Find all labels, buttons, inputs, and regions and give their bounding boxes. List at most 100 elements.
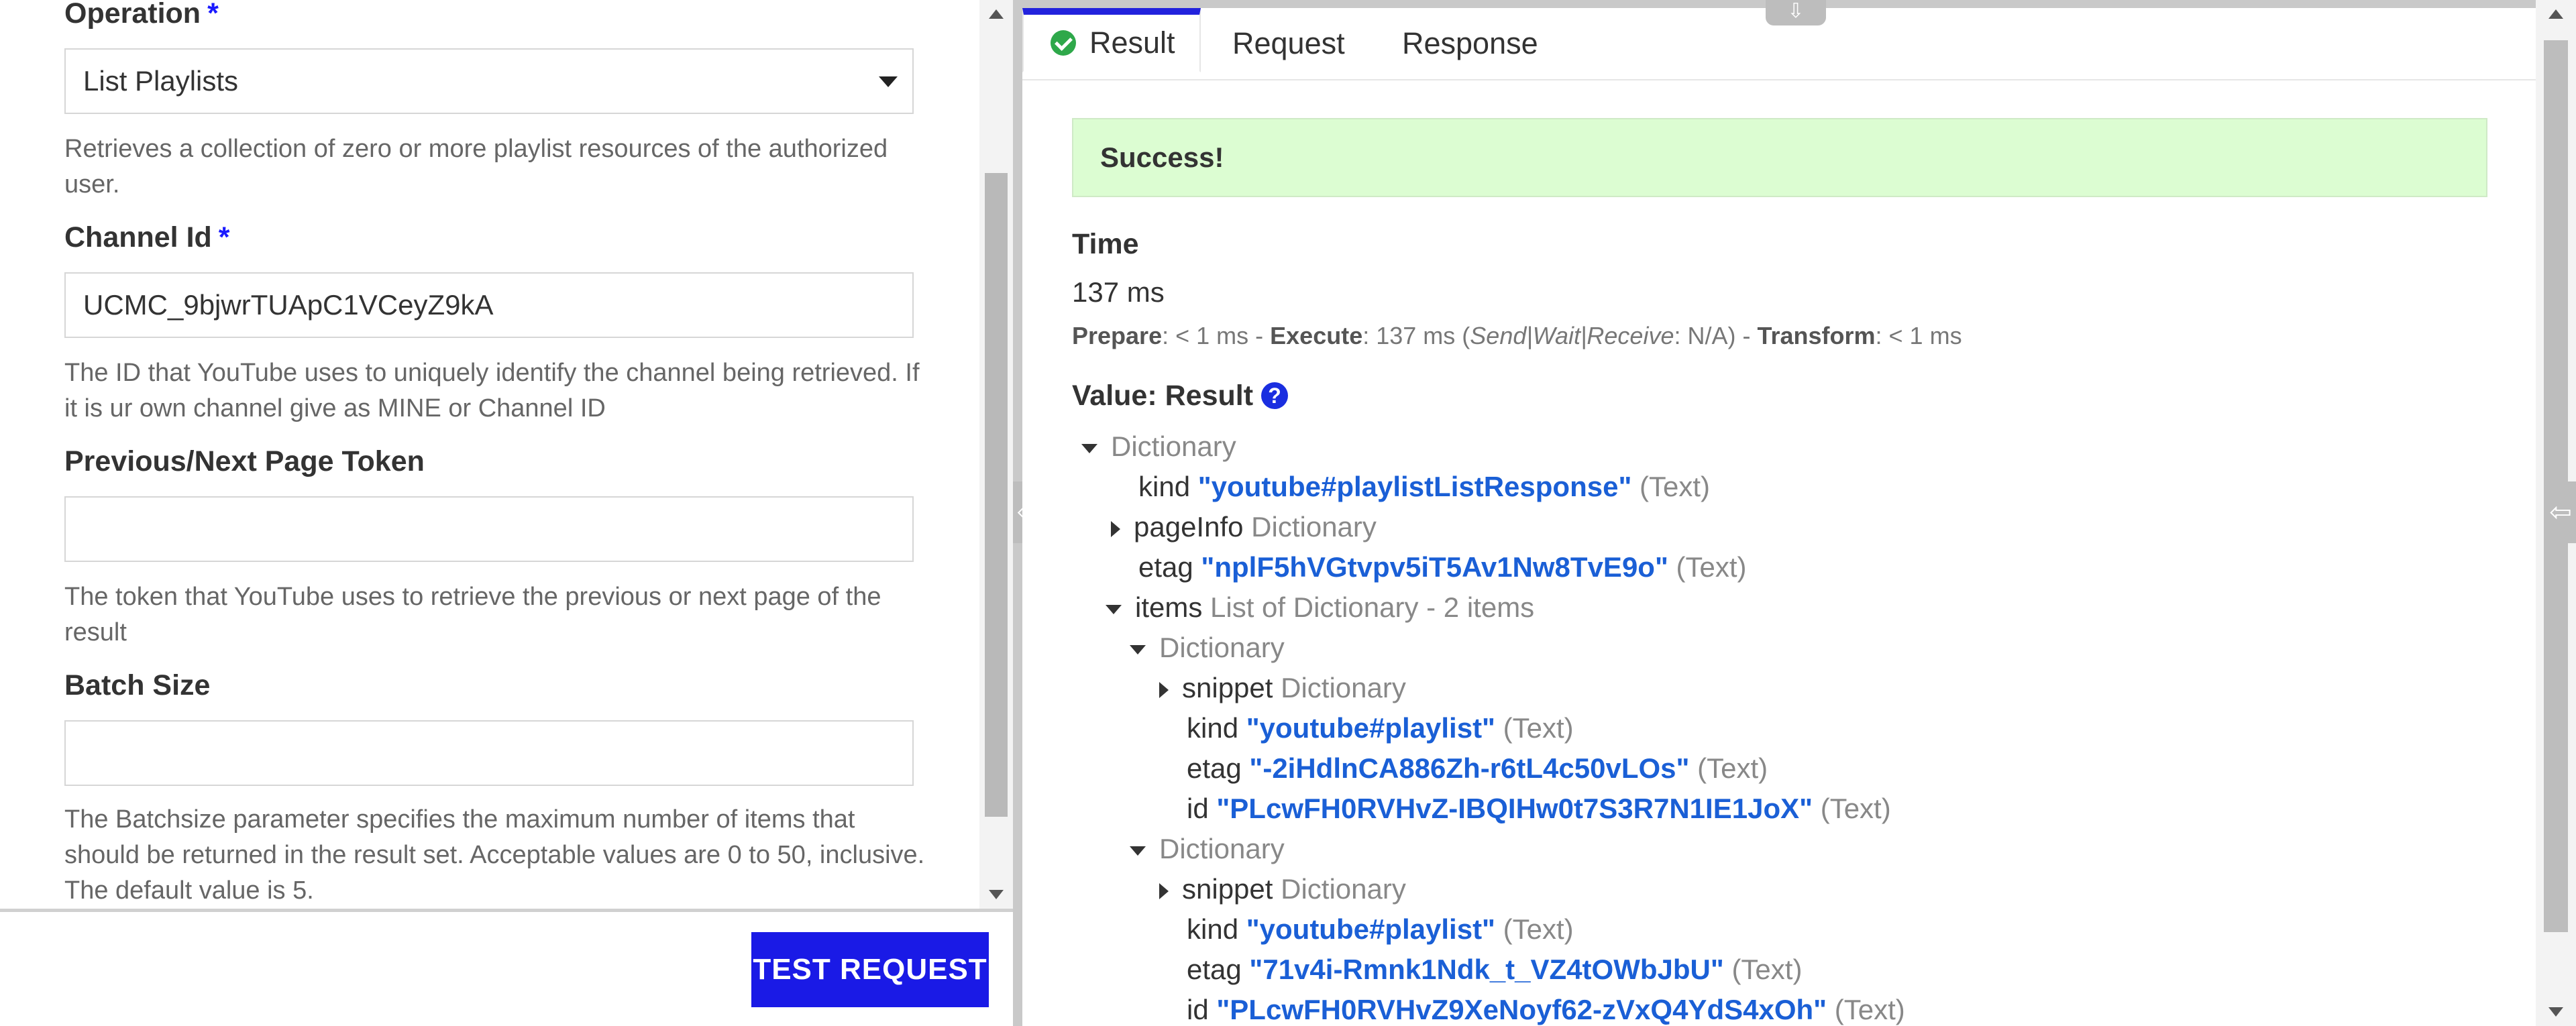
tree-value: "71v4i-Rmnk1Ndk_t_VZ4tOWbJbU": [1249, 954, 1724, 985]
result-content: Success! Time 137 ms Prepare: < 1 ms - E…: [1022, 80, 2536, 1026]
footer-divider: [0, 909, 1013, 912]
form-scrollbar-thumb[interactable]: [985, 173, 1008, 817]
tab-result-label: Result: [1089, 25, 1175, 60]
tree-value: "youtube#playlistListResponse": [1197, 471, 1632, 502]
channel-id-label-text: Channel Id: [64, 221, 212, 253]
required-marker: *: [207, 0, 219, 30]
tree-type: (Text): [1731, 954, 1803, 985]
tree-node[interactable]: pageInfo Dictionary: [1111, 508, 1377, 546]
tree-key: etag: [1187, 954, 1242, 985]
page-token-label: Previous/Next Page Token: [64, 445, 425, 477]
tree-node: kind "youtube#playlist" (Text): [1187, 911, 1574, 948]
tree-node: etag "71v4i-Rmnk1Ndk_t_VZ4tOWbJbU" (Text…: [1187, 951, 1802, 988]
scroll-down-icon[interactable]: [2548, 1007, 2563, 1017]
transform-value: : < 1 ms: [1875, 322, 1962, 349]
value-heading: Value: Result?: [1072, 380, 1289, 412]
timing-breakdown: Prepare: < 1 ms - Execute: 137 ms (Send|…: [1072, 322, 1962, 350]
tree-key: kind: [1187, 913, 1239, 945]
execute-value: : 137 ms (: [1362, 322, 1470, 349]
tree-type: Dictionary: [1111, 431, 1236, 462]
tree-type: (Text): [1820, 793, 1891, 824]
caret-down-icon[interactable]: [1130, 846, 1146, 856]
tree-value: "-2iHdlnCA886Zh-r6tL4c50vLOs": [1249, 752, 1690, 784]
page-token-help: The token that YouTube uses to retrieve …: [64, 583, 881, 646]
tree-type: List of Dictionary - 2 items: [1210, 591, 1535, 623]
transform-label: Transform: [1757, 322, 1876, 349]
tab-result[interactable]: Result: [1022, 8, 1201, 72]
tree-key: kind: [1187, 712, 1239, 744]
request-form-panel: Operation * List Playlists Retrieves a co…: [0, 0, 1013, 1026]
tree-type: Dictionary: [1281, 873, 1406, 905]
caret-down-icon[interactable]: [1130, 644, 1146, 654]
operation-help: Retrieves a collection of zero or more p…: [64, 135, 888, 198]
tree-node[interactable]: Dictionary: [1130, 830, 1285, 868]
tree-type: Dictionary: [1251, 511, 1377, 543]
tree-type: Dictionary: [1281, 672, 1406, 703]
channel-id-value: UCMC_9bjwrTUApC1VCeyZ9kA: [83, 289, 494, 321]
tree-type: Dictionary: [1159, 632, 1285, 663]
operation-label-text: Operation: [64, 0, 201, 30]
tree-key: kind: [1138, 471, 1191, 502]
tree-type: (Text): [1503, 712, 1574, 744]
time-heading: Time: [1072, 228, 1139, 260]
caret-right-icon[interactable]: [1159, 882, 1169, 899]
tree-node[interactable]: Dictionary: [1130, 629, 1285, 667]
tree-key: snippet: [1182, 672, 1273, 703]
tree-node: etag "nplF5hVGtvpv5iT5Av1Nw8TvE9o" (Text…: [1138, 549, 1747, 586]
caret-right-icon[interactable]: [1159, 681, 1169, 698]
batch-size-label: Batch Size: [64, 669, 211, 701]
tree-type: (Text): [1640, 471, 1711, 502]
help-icon[interactable]: ?: [1261, 382, 1289, 409]
scroll-up-icon[interactable]: [989, 9, 1004, 19]
tree-node[interactable]: snippet Dictionary: [1159, 870, 1406, 908]
breakdown-value: : N/A) -: [1674, 322, 1758, 349]
tree-node[interactable]: snippet Dictionary: [1159, 669, 1406, 707]
tree-value: "youtube#playlist": [1246, 712, 1495, 744]
caret-down-icon[interactable]: [1106, 604, 1122, 614]
tree-key: snippet: [1182, 873, 1273, 905]
tab-response-label: Response: [1402, 26, 1538, 60]
page-token-input[interactable]: [64, 496, 914, 562]
tree-node[interactable]: Dictionary: [1081, 428, 1236, 465]
tree-type: (Text): [1676, 551, 1747, 583]
response-panel: ⇩ Result Request Response Success! Time …: [1022, 0, 2576, 1026]
tree-key: pageInfo: [1134, 511, 1244, 543]
prepare-label: Prepare: [1072, 322, 1163, 349]
arrow-left-icon[interactable]: ⇦: [2545, 481, 2576, 543]
tree-value: "nplF5hVGtvpv5iT5Av1Nw8TvE9o": [1201, 551, 1668, 583]
scroll-down-icon[interactable]: [989, 890, 1004, 899]
tree-node[interactable]: items List of Dictionary - 2 items: [1106, 589, 1534, 626]
operation-select[interactable]: List Playlists: [64, 48, 914, 114]
batch-size-help: The Batchsize parameter specifies the ma…: [64, 805, 925, 905]
tab-request-label: Request: [1232, 26, 1345, 60]
breakdown-label: Send|Wait|Receive: [1470, 322, 1674, 349]
tree-value: "PLcwFH0RVHvZ-IBQIHw0t7S3R7N1IE1JoX": [1216, 793, 1813, 824]
tree-key: items: [1135, 591, 1203, 623]
tree-key: etag: [1187, 752, 1242, 784]
success-banner: Success!: [1072, 118, 2487, 197]
scroll-up-icon[interactable]: [2548, 9, 2563, 19]
chevron-down-icon: [879, 76, 898, 87]
channel-id-input[interactable]: UCMC_9bjwrTUApC1VCeyZ9kA: [64, 272, 914, 338]
tree-type: (Text): [1697, 752, 1768, 784]
tab-response[interactable]: Response: [1402, 8, 1538, 79]
caret-right-icon[interactable]: [1111, 520, 1120, 537]
channel-id-help: The ID that YouTube uses to uniquely ide…: [64, 359, 920, 422]
tab-request[interactable]: Request: [1232, 8, 1345, 79]
execute-label: Execute: [1270, 322, 1363, 349]
operation-label: Operation *: [64, 0, 219, 30]
prepare-value: : < 1 ms -: [1162, 322, 1271, 349]
form-scrollbar[interactable]: [979, 0, 1013, 909]
test-request-button[interactable]: TEST REQUEST: [751, 932, 989, 1007]
tree-node: id "PLcwFH0RVHvZ-IBQIHw0t7S3R7N1IE1JoX" …: [1187, 790, 1891, 828]
check-circle-icon: [1051, 30, 1076, 56]
operation-select-value: List Playlists: [83, 65, 239, 97]
caret-down-icon[interactable]: [1081, 443, 1097, 453]
time-value: 137 ms: [1072, 276, 1165, 308]
tree-type: (Text): [1834, 994, 1905, 1025]
tree-key: etag: [1138, 551, 1193, 583]
required-marker: *: [218, 221, 230, 253]
batch-size-input[interactable]: [64, 720, 914, 786]
tree-node: etag "-2iHdlnCA886Zh-r6tL4c50vLOs" (Text…: [1187, 750, 1768, 787]
channel-id-label: Channel Id *: [64, 221, 230, 254]
